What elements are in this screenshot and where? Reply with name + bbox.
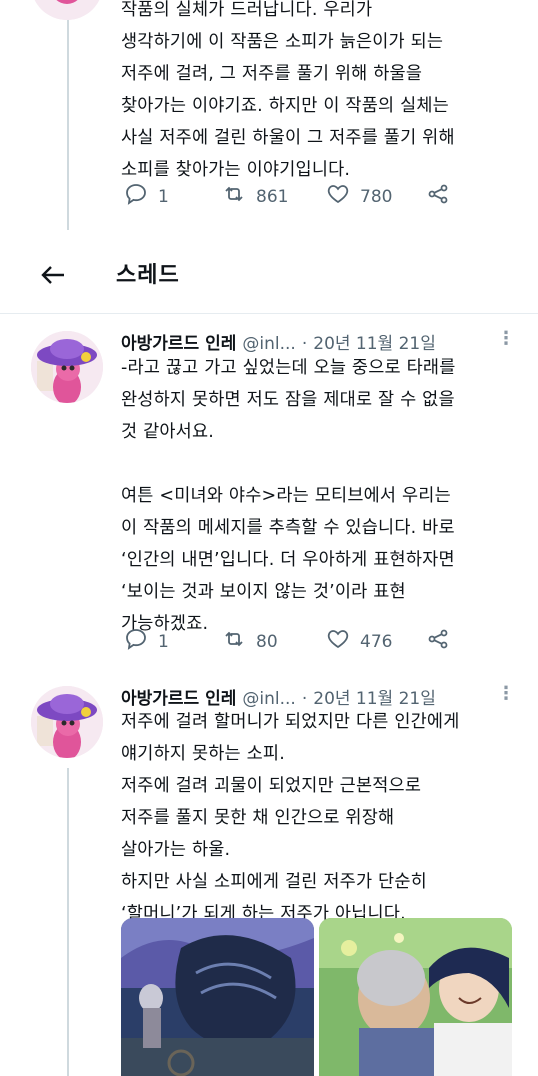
retweet-button[interactable]: 861 [222, 182, 326, 211]
tweet-header: 아방가르드 인레 @inl... · 20년 11월 21일 [121, 329, 436, 354]
tweet-text: 저주에 걸려 할머니가 되었지만 다른 인간에게 얘기하지 못하는 소피. 저주… [121, 712, 460, 924]
retweet-icon [222, 182, 246, 211]
separator-dot: · [301, 334, 308, 354]
tweet-image-left[interactable] [121, 918, 314, 1076]
display-name[interactable]: 아방가르드 인레 [121, 329, 236, 354]
share-button[interactable] [426, 182, 450, 211]
reply-button[interactable]: 1 [124, 182, 222, 211]
tweet-text: -라고 끊고 가고 싶었는데 오늘 중으로 타래를 완성하지 못하면 저도 잠을… [121, 358, 456, 634]
reply-icon [124, 627, 148, 656]
heart-icon [326, 627, 350, 656]
reply-count: 1 [158, 186, 169, 207]
reply-icon [124, 182, 148, 211]
tweet-image-right[interactable] [319, 918, 512, 1076]
like-count: 476 [360, 631, 393, 652]
header-divider [0, 313, 538, 314]
thread-connector-line [67, 0, 69, 230]
reply-count: 1 [158, 631, 169, 652]
like-button[interactable]: 780 [326, 182, 426, 211]
retweet-count: 80 [256, 631, 278, 652]
back-button[interactable] [38, 260, 68, 290]
like-count: 780 [360, 186, 393, 207]
share-icon [426, 182, 450, 211]
arrow-left-icon [38, 266, 68, 294]
more-options-icon[interactable]: ⋮ [497, 683, 515, 704]
retweet-icon [222, 627, 246, 656]
more-options-icon[interactable]: ⋮ [497, 328, 515, 349]
tweet-date[interactable]: 20년 11월 21일 [313, 329, 436, 354]
avatar[interactable] [31, 331, 103, 403]
tweet-actions: 1 80 476 [124, 627, 450, 656]
heart-icon [326, 182, 350, 211]
avatar[interactable] [31, 686, 103, 758]
share-icon [426, 627, 450, 656]
retweet-count: 861 [256, 186, 289, 207]
retweet-button[interactable]: 80 [222, 627, 326, 656]
page-title: 스레드 [116, 263, 180, 288]
like-button[interactable]: 476 [326, 627, 426, 656]
tweet-actions: 1 861 780 [124, 182, 450, 211]
share-button[interactable] [426, 627, 450, 656]
avatar[interactable] [31, 0, 103, 20]
tweet-text: 작품의 실체가 드러납니다. 우리가 생각하기에 이 작품은 소피가 늙은이가 … [121, 0, 455, 180]
user-handle[interactable]: @inl... [242, 334, 295, 354]
thread-header: 스레드 [0, 240, 538, 312]
reply-button[interactable]: 1 [124, 627, 222, 656]
thread-connector-line [67, 768, 69, 1076]
